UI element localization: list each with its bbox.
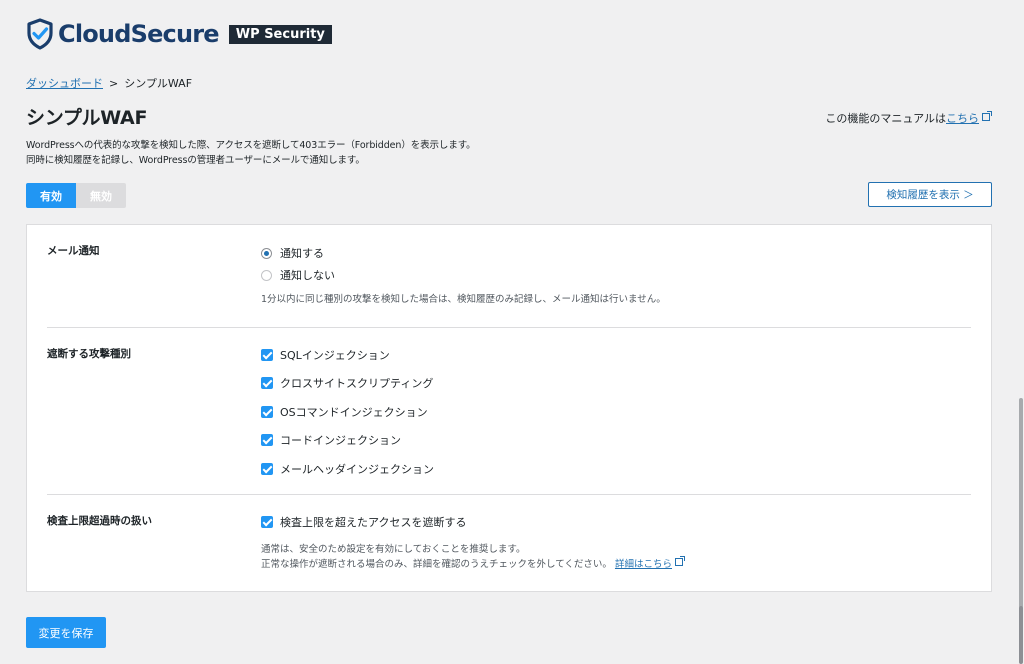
radio-notify-label: 通知する bbox=[280, 247, 324, 260]
inspection-limit-note: 通常は、安全のため設定を有効にしておくことを推奨します。 正常な操作が遮断される… bbox=[261, 542, 685, 572]
checkbox-block-over-limit[interactable]: 検査上限を超えたアクセスを遮断する bbox=[261, 514, 466, 530]
checkbox-sql-injection[interactable]: SQLインジェクション bbox=[261, 347, 390, 363]
checkbox-os-command-injection-label: OSコマンドインジェクション bbox=[280, 406, 428, 419]
external-link-icon bbox=[982, 111, 992, 121]
radio-notify-button[interactable] bbox=[261, 247, 272, 259]
external-link-icon bbox=[674, 556, 685, 566]
logo: CloudSecure WP Security bbox=[26, 18, 332, 50]
checkbox-os-command-injection-box[interactable] bbox=[261, 406, 273, 418]
manual-link-prefix: この機能のマニュアルは bbox=[825, 112, 946, 125]
divider bbox=[47, 327, 971, 328]
checkbox-mail-header-injection-box[interactable] bbox=[261, 463, 273, 475]
checkbox-os-command-injection[interactable]: OSコマンドインジェクション bbox=[261, 404, 428, 420]
page: CloudSecure WP Security ダッシュボード > シンプルWAF … bbox=[0, 0, 1024, 664]
breadcrumb-current: シンプルWAF bbox=[124, 77, 193, 90]
divider bbox=[47, 494, 971, 495]
scrollbar-thumb[interactable] bbox=[1019, 398, 1023, 608]
breadcrumb-dashboard-link[interactable]: ダッシュボード bbox=[26, 77, 103, 90]
description-line-1: WordPressへの代表的な攻撃を検知した際、アクセスを遮断して403エラー（… bbox=[26, 140, 476, 151]
brand-badge: WP Security bbox=[228, 24, 332, 44]
checkbox-xss-box[interactable] bbox=[261, 377, 273, 389]
mail-notification-label: メール通知 bbox=[47, 245, 100, 257]
checkbox-sql-injection-label: SQLインジェクション bbox=[280, 349, 390, 362]
enable-toggle: 有効 無効 bbox=[26, 183, 126, 208]
inspection-limit-label: 検査上限超過時の扱い bbox=[47, 515, 152, 527]
attack-types-label: 遮断する攻撃種別 bbox=[47, 348, 131, 360]
brand-name: CloudSecure bbox=[58, 20, 220, 48]
description-line-2: 同時に検知履歴を記録し、WordPressの管理者ユーザーにメールで通知します。 bbox=[26, 155, 365, 166]
settings-card: メール通知 通知する 通知しない 1分以内に同じ種別の攻撃を検知した場合は、検知… bbox=[26, 224, 992, 592]
breadcrumb: ダッシュボード > シンプルWAF bbox=[26, 75, 192, 91]
radio-no-notify-label: 通知しない bbox=[280, 269, 335, 282]
page-title: シンプルWAF bbox=[26, 107, 148, 129]
checkbox-block-over-limit-label: 検査上限を超えたアクセスを遮断する bbox=[280, 516, 467, 529]
checkbox-xss[interactable]: クロスサイトスクリプティング bbox=[261, 375, 433, 391]
breadcrumb-separator: > bbox=[109, 77, 119, 90]
details-link[interactable]: 詳細はこちら bbox=[615, 559, 672, 570]
checkbox-mail-header-injection-label: メールヘッダインジェクション bbox=[280, 463, 434, 476]
radio-notify[interactable]: 通知する bbox=[261, 245, 324, 261]
checkbox-sql-injection-box[interactable] bbox=[261, 349, 273, 361]
scrollbar-thumb-secondary[interactable] bbox=[1019, 606, 1023, 664]
scrollbar[interactable] bbox=[1018, 0, 1024, 664]
inspection-limit-note-line-1: 通常は、安全のため設定を有効にしておくことを推奨します。 bbox=[261, 544, 526, 555]
toggle-disable-button[interactable]: 無効 bbox=[76, 183, 126, 208]
checkbox-xss-label: クロスサイトスクリプティング bbox=[280, 377, 434, 390]
radio-no-notify[interactable]: 通知しない bbox=[261, 267, 335, 283]
manual-link[interactable]: こちら bbox=[946, 112, 979, 125]
checkbox-code-injection[interactable]: コードインジェクション bbox=[261, 432, 401, 448]
save-changes-button[interactable]: 変更を保存 bbox=[26, 617, 106, 648]
shield-check-icon bbox=[27, 18, 53, 50]
checkbox-block-over-limit-box[interactable] bbox=[261, 516, 273, 528]
manual-link-container: この機能のマニュアルはこちら bbox=[825, 110, 992, 126]
checkbox-code-injection-box[interactable] bbox=[261, 434, 273, 446]
view-history-button[interactable]: 検知履歴を表示 ＞ bbox=[868, 182, 992, 207]
toggle-enable-button[interactable]: 有効 bbox=[26, 183, 76, 208]
mail-notification-note: 1分以内に同じ種別の攻撃を検知した場合は、検知履歴のみ記録し、メール通知は行いま… bbox=[261, 294, 666, 305]
inspection-limit-note-text: 正常な操作が遮断される場合のみ、詳細を確認のうえチェックを外してください。 bbox=[261, 559, 612, 570]
checkbox-mail-header-injection[interactable]: メールヘッダインジェクション bbox=[261, 461, 434, 477]
radio-no-notify-button[interactable] bbox=[261, 269, 272, 281]
page-description: WordPressへの代表的な攻撃を検知した際、アクセスを遮断して403エラー（… bbox=[26, 138, 476, 168]
inspection-limit-note-line-2: 正常な操作が遮断される場合のみ、詳細を確認のうえチェックを外してください。 詳細… bbox=[261, 556, 685, 572]
checkbox-code-injection-label: コードインジェクション bbox=[280, 434, 401, 447]
